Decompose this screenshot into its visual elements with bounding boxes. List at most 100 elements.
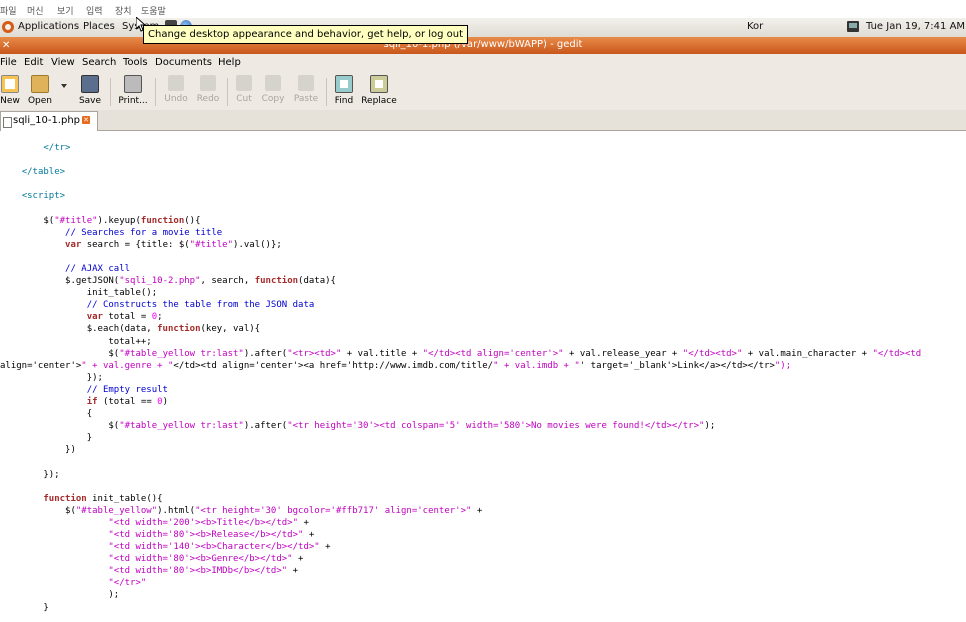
host-menu-machine[interactable]: 머신 (27, 4, 44, 17)
new-button[interactable]: New (0, 75, 20, 109)
code-line: { (0, 409, 93, 420)
code-line: align='center'>" + val.genre + "</td><td… (0, 360, 792, 371)
code-line: $("#table_yellow").html("<tr height='30'… (0, 505, 483, 516)
main-toolbar: New Open Save Print... Undo Redo Cut Cop… (0, 72, 966, 111)
save-label: Save (78, 96, 102, 106)
network-monitor-icon[interactable] (847, 21, 859, 32)
ubuntu-logo-icon[interactable] (2, 21, 14, 33)
menu-edit[interactable]: Edit (24, 57, 43, 68)
redo-arrow-icon (200, 75, 216, 91)
print-label: Print... (118, 96, 148, 106)
code-line: "</tr>" (108, 578, 147, 589)
code-line: "<td width='140'><b>Character</b></td>" … (108, 542, 331, 553)
scissors-icon (236, 75, 252, 91)
code-line: $("#title").keyup(function(){ (0, 215, 201, 226)
code-line: }); (0, 469, 60, 480)
open-button[interactable]: Open (25, 75, 55, 109)
new-document-icon (1, 75, 19, 93)
tab-sqli-10-1-php[interactable]: sqli_10-1.php ✕ (0, 111, 98, 131)
copy-icon (265, 75, 281, 91)
mouse-pointer-icon (136, 17, 146, 32)
paste-label: Paste (293, 94, 319, 104)
cut-button[interactable]: Cut (235, 75, 253, 109)
redo-button[interactable]: Redo (195, 75, 221, 109)
code-line: // Constructs the table from the JSON da… (86, 300, 315, 311)
menu-documents[interactable]: Documents (155, 57, 212, 68)
cut-label: Cut (236, 94, 252, 104)
menu-view[interactable]: View (51, 57, 75, 68)
host-menu-input[interactable]: 입력 (86, 4, 103, 17)
code-line: }); (0, 372, 103, 383)
printer-icon (124, 75, 142, 93)
copy-button[interactable]: Copy (260, 75, 286, 109)
code-line: if (total == 0) (86, 396, 168, 407)
save-button[interactable]: Save (78, 75, 102, 109)
menu-help[interactable]: Help (218, 57, 241, 68)
app-menubar: File Edit View Search Tools Documents He… (0, 54, 966, 72)
code-line: $("#table_yellow tr:last").after("<tr he… (0, 421, 716, 432)
paste-button[interactable]: Paste (292, 75, 320, 109)
code-line: ); (0, 590, 120, 601)
code-line: "<td width='80'><b>IMDb</b></td>" + (108, 566, 299, 577)
menu-tools[interactable]: Tools (123, 57, 148, 68)
places-menu[interactable]: Places (83, 21, 115, 32)
code-line: $.getJSON("sqli_10-2.php", search, funct… (0, 276, 336, 287)
code-line: init_table(); (0, 288, 158, 299)
code-line: </table> (21, 167, 66, 178)
find-button[interactable]: Find (333, 75, 355, 109)
applications-menu[interactable]: Applications (18, 21, 79, 32)
open-recent-dropdown-icon[interactable] (61, 84, 67, 88)
code-line: $.each(data, function(key, val){ (0, 324, 261, 335)
new-label: New (0, 96, 20, 106)
open-label: Open (27, 96, 53, 106)
open-folder-icon (31, 75, 49, 93)
system-menu-tooltip: Change desktop appearance and behavior, … (143, 25, 469, 44)
find-label: Find (334, 96, 354, 106)
replace-label: Replace (361, 96, 397, 106)
undo-arrow-icon (168, 75, 184, 91)
code-line: "<td width='200'><b>Title</b></td>" + (108, 517, 309, 528)
code-text[interactable]: </tr> </table> <script> $("#title").keyu… (0, 142, 921, 614)
save-disk-icon (81, 75, 99, 93)
code-line: var total = 0; (86, 312, 163, 323)
code-line: } (0, 602, 49, 613)
host-menu-devices[interactable]: 장치 (115, 4, 132, 17)
code-line: // Empty result (86, 384, 168, 395)
tab-label: sqli_10-1.php (13, 115, 81, 126)
host-menu-file[interactable]: 파일 (0, 4, 17, 17)
menu-search[interactable]: Search (82, 57, 116, 68)
code-line: }) (0, 445, 76, 456)
toolbar-separator (155, 78, 156, 106)
clock[interactable]: Tue Jan 19, 7:41 AM (866, 21, 965, 32)
document-tabbar: sqli_10-1.php ✕ (0, 110, 966, 131)
vm-host-menubar: 파일 머신 보기 입력 장치 도움말 (0, 0, 966, 18)
code-line: } (0, 433, 93, 444)
code-line: total++; (0, 336, 152, 347)
find-replace-icon (370, 75, 388, 93)
document-icon (3, 117, 12, 128)
magnifier-icon (335, 75, 353, 93)
undo-button[interactable]: Undo (163, 75, 189, 109)
code-line: "<td width='80'><b>Genre</b></td>" + (108, 554, 304, 565)
clipboard-icon (298, 75, 314, 91)
print-button[interactable]: Print... (117, 75, 149, 109)
replace-button[interactable]: Replace (360, 75, 398, 109)
code-line: // Searches for a movie title (65, 227, 223, 238)
code-line: "<td width='80'><b>Release</b></td>" + (108, 530, 315, 540)
code-line: // AJAX call (65, 263, 131, 274)
code-line: </tr> (43, 143, 71, 153)
keyboard-layout-indicator[interactable]: Kor (747, 21, 763, 32)
code-editor[interactable]: </tr> </table> <script> $("#title").keyu… (0, 131, 966, 622)
menu-file[interactable]: File (0, 57, 17, 68)
toolbar-separator (227, 78, 228, 106)
host-menu-help[interactable]: 도움말 (141, 4, 166, 17)
host-menu-view[interactable]: 보기 (57, 4, 74, 17)
copy-label: Copy (261, 94, 285, 104)
code-line: $("#table_yellow tr:last").after("<tr><t… (0, 348, 922, 359)
toolbar-separator (110, 78, 111, 106)
redo-label: Redo (196, 94, 220, 104)
code-line: <script> (21, 191, 66, 202)
code-line: var search = {title: $("#title").val()}; (65, 239, 282, 250)
code-line: function init_table(){ (43, 493, 163, 504)
tab-close-icon[interactable]: ✕ (82, 116, 90, 124)
